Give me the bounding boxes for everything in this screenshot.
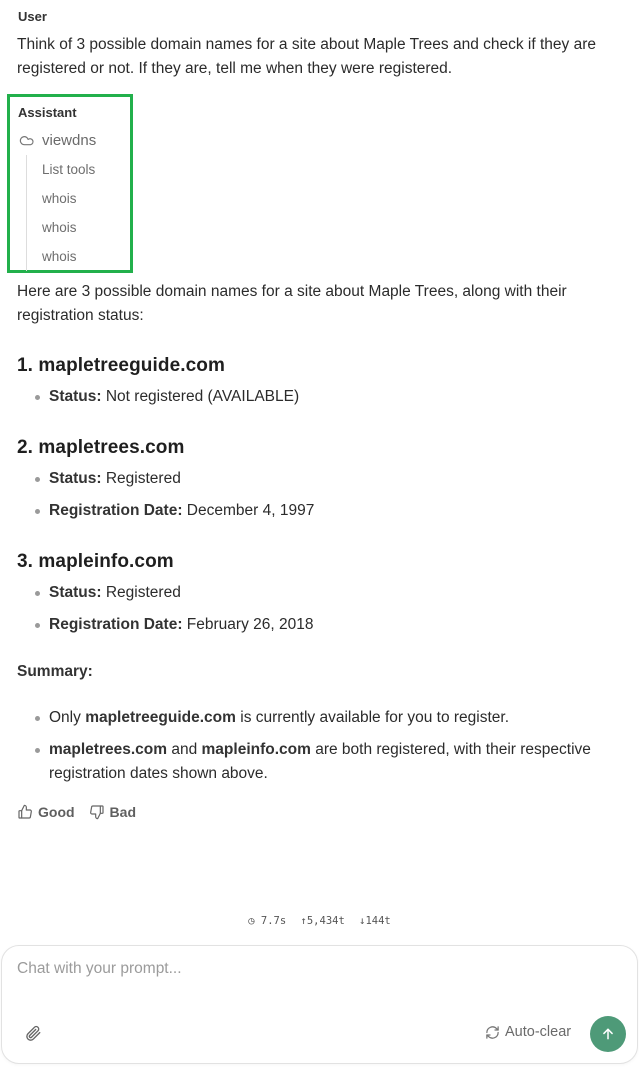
auto-clear-toggle[interactable]: Auto-clear <box>485 1024 571 1040</box>
user-label: User <box>18 9 47 24</box>
tokens-up: ↑5,434t <box>300 915 345 927</box>
auto-clear-label: Auto-clear <box>505 1024 572 1040</box>
thumbs-down-icon <box>89 805 104 820</box>
user-message: Think of 3 possible domain names for a s… <box>17 36 596 77</box>
domain-1-details: Status: Not registered (AVAILABLE) <box>17 385 622 409</box>
tool-call-list-tools[interactable]: List tools <box>27 155 95 184</box>
domain-3-details: Status: Registered Registration Date: Fe… <box>17 581 622 637</box>
good-button[interactable]: Good <box>17 804 75 820</box>
feedback-bar: Good Bad <box>17 804 136 820</box>
send-button[interactable] <box>590 1016 626 1052</box>
arrow-up-icon <box>603 1028 613 1040</box>
list-item: Status: Not registered (AVAILABLE) <box>17 385 622 409</box>
assistant-answer: Here are 3 possible domain names for a s… <box>17 280 622 794</box>
cloud-icon <box>19 136 34 146</box>
response-stats: ◷ 7.7s ↑5,434t ↓144t <box>0 915 639 927</box>
tool-server-name: viewdns <box>42 131 97 149</box>
summary-title: Summary: <box>17 663 93 680</box>
bad-button[interactable]: Bad <box>89 804 136 820</box>
assistant-label: Assistant <box>18 105 77 120</box>
good-label: Good <box>38 804 75 820</box>
list-item: Status: Registered <box>17 581 622 605</box>
tool-call-whois-1[interactable]: whois <box>27 184 95 213</box>
tool-calls: List tools whois whois whois <box>26 155 95 271</box>
tool-group: viewdns List tools whois whois whois <box>19 129 96 271</box>
list-item: Registration Date: December 4, 1997 <box>17 499 622 523</box>
domain-heading-3: 3. mapleinfo.com <box>17 551 174 572</box>
tool-call-whois-3[interactable]: whois <box>27 242 95 271</box>
paperclip-icon[interactable] <box>24 1024 42 1042</box>
domain-heading-1: 1. mapletreeguide.com <box>17 355 226 376</box>
response-time: ◷ 7.7s <box>248 915 287 927</box>
chat-composer: Auto-clear <box>1 945 638 1064</box>
list-item: Status: Registered <box>17 467 622 491</box>
summary-list: Only mapletreeguide.com is currently ava… <box>17 706 622 786</box>
domain-2-details: Status: Registered Registration Date: De… <box>17 467 622 523</box>
list-item: Registration Date: February 26, 2018 <box>17 613 622 637</box>
chat-input[interactable] <box>17 960 617 1000</box>
bad-label: Bad <box>109 804 136 820</box>
list-item: Only mapletreeguide.com is currently ava… <box>17 706 622 730</box>
answer-intro: Here are 3 possible domain names for a s… <box>17 283 567 324</box>
tokens-down: ↓144t <box>359 915 391 927</box>
list-item: mapletrees.com and mapleinfo.com are bot… <box>17 738 622 786</box>
thumbs-up-icon <box>18 804 32 819</box>
tool-server-toggle[interactable]: viewdns <box>19 129 96 151</box>
refresh-icon <box>486 1025 499 1039</box>
tool-call-whois-2[interactable]: whois <box>27 213 95 242</box>
domain-heading-2: 2. mapletrees.com <box>17 437 185 458</box>
timer-icon: ◷ <box>248 915 255 927</box>
